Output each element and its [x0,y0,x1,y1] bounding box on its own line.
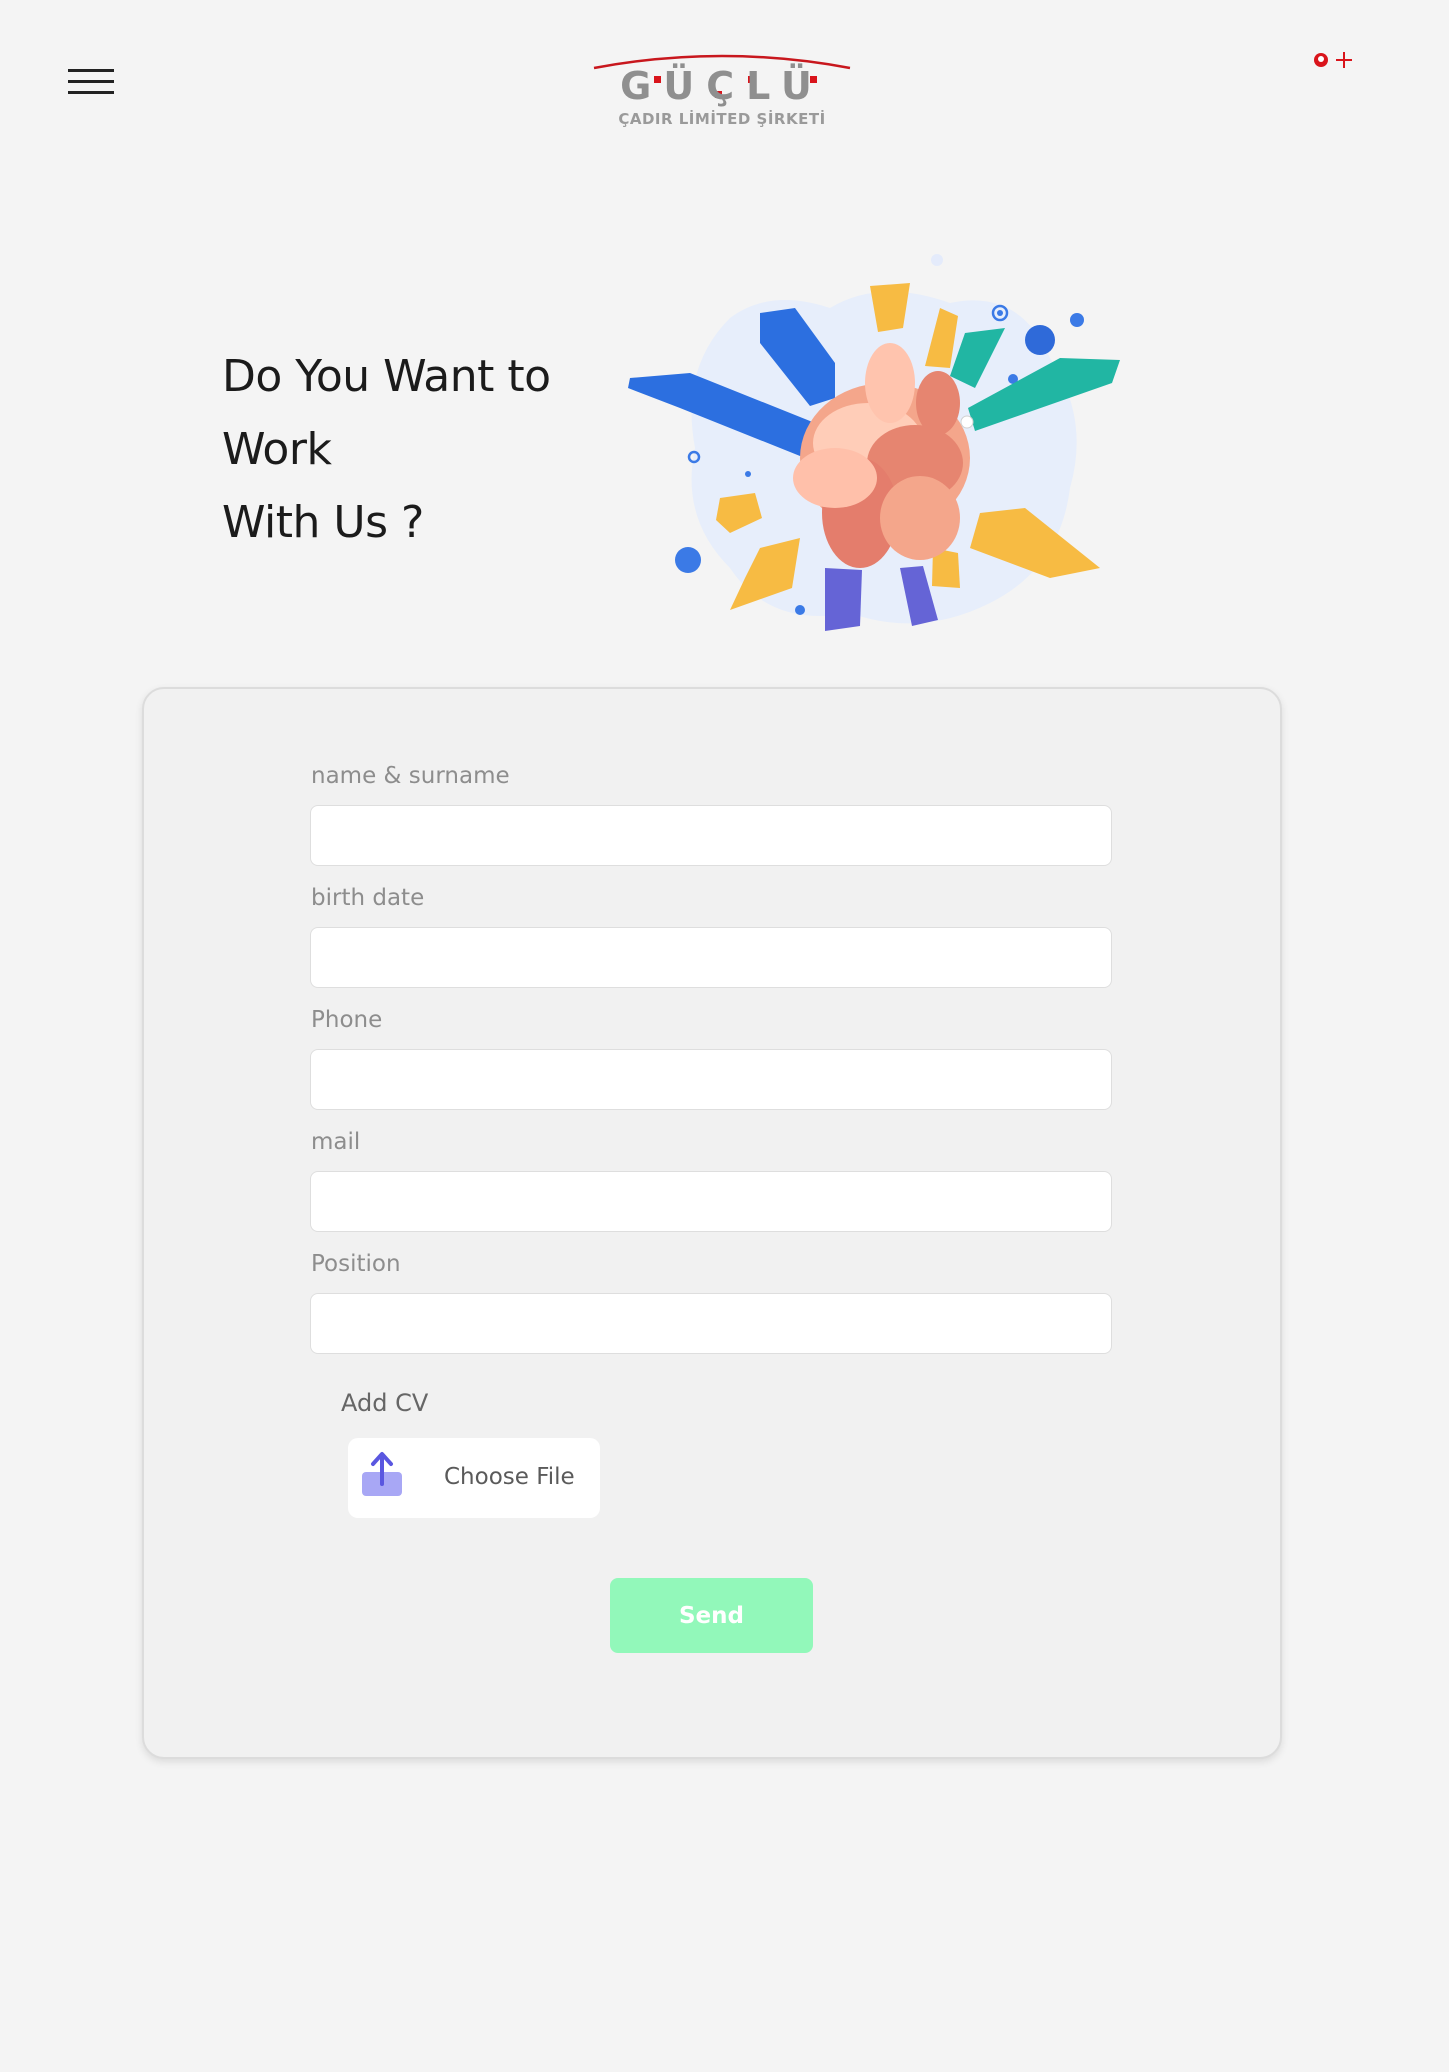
hamburger-menu-icon[interactable] [68,67,116,97]
site-header: GÜÇLÜ ÇADIR LİMİTED ŞİRKETİ [0,0,1449,160]
phone-input[interactable] [310,1049,1112,1110]
upload-icon [362,1452,402,1496]
position-input[interactable] [310,1293,1112,1354]
choose-file-label: Choose File [444,1464,575,1490]
page-title: Do You Want to Work With Us ? [222,340,602,559]
add-cv-label: Add CV [341,1389,429,1417]
position-label: Position [311,1251,401,1277]
birth-date-label: birth date [311,885,425,911]
brand-subtitle: ÇADIR LİMİTED ŞİRKETİ [618,110,826,128]
brand-name: GÜÇLÜ [620,64,824,108]
language-switcher [1314,52,1352,68]
name-surname-label: name & surname [311,763,510,789]
brand-logo[interactable]: GÜÇLÜ ÇADIR LİMİTED ŞİRKETİ [588,50,856,135]
menu-line [68,69,114,72]
menu-line [68,91,114,94]
english-flag-icon[interactable] [1336,52,1352,68]
mail-input[interactable] [310,1171,1112,1232]
menu-line [68,80,114,83]
choose-file-button[interactable]: Choose File [348,1438,600,1518]
birth-date-input[interactable] [310,927,1112,988]
title-line: Work [222,424,332,475]
title-line: With Us ? [222,497,424,548]
turkish-flag-icon[interactable] [1314,53,1328,67]
send-button[interactable]: Send [610,1578,813,1653]
application-form: name & surname birth date Phone mail Pos… [142,687,1282,1759]
title-line: Do You Want to [222,351,551,402]
teamwork-hands-illustration [628,254,1120,631]
mail-label: mail [311,1129,361,1155]
name-surname-input[interactable] [310,805,1112,866]
phone-label: Phone [311,1007,383,1033]
